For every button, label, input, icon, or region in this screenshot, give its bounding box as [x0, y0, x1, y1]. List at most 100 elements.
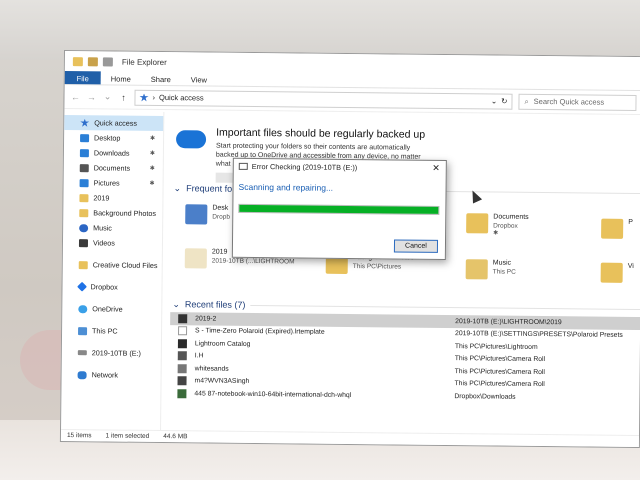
star-icon — [139, 93, 148, 101]
sidebar-item-documents[interactable]: Documents ✱ — [64, 160, 163, 176]
documents-icon — [466, 213, 489, 234]
file-icon — [178, 326, 188, 336]
section-title: Recent files (7) — [184, 299, 246, 310]
pictures-icon — [79, 178, 89, 187]
tile-sub: 2019-10TB (...\LIGHTROOM — [211, 257, 295, 266]
file-name: 445 87-notebook-win10-64bit-internationa… — [194, 390, 352, 399]
sidebar-item-label: Dropbox — [90, 282, 118, 292]
tile-name: Vi — [627, 262, 634, 270]
pictures-icon — [601, 218, 624, 239]
folder-tile[interactable]: Desk Dropb — [185, 204, 231, 225]
tile-sub: Dropbox — [493, 222, 518, 230]
breadcrumb-separator-icon: › — [152, 92, 156, 102]
chevron-down-icon: ⌄ — [173, 182, 182, 193]
back-icon[interactable]: ← — [70, 92, 80, 102]
file-path: This PC\Pictures\Camera Roll — [454, 380, 545, 389]
item-count: 15 items — [66, 432, 92, 440]
file-name: I.H — [194, 352, 204, 360]
sidebar-item-background-photos[interactable]: Background Photos — [63, 205, 162, 221]
search-input[interactable]: ⌕ Search Quick access — [518, 93, 637, 111]
sidebar-item-videos[interactable]: Videos — [63, 235, 162, 251]
sidebar-item-label: Creative Cloud Files — [92, 260, 158, 270]
window-title: File Explorer — [121, 57, 167, 67]
folder-icon — [78, 260, 88, 269]
properties-icon[interactable] — [87, 56, 98, 66]
new-folder-icon[interactable] — [102, 56, 113, 67]
downloads-icon — [79, 148, 89, 157]
tile-name: Music — [492, 259, 512, 267]
sidebar-item-music[interactable]: Music — [63, 220, 162, 236]
navigation-bar: ← → ⌄ ↑ › Quick access ⌄ ↻ ⌕ Search Quic… — [64, 85, 640, 116]
lightroom-catalog-icon — [178, 313, 188, 324]
file-name: Lightroom Catalog — [194, 340, 251, 348]
sidebar-item-this-pc[interactable]: This PC — [62, 323, 161, 339]
tab-file[interactable]: File — [64, 71, 101, 85]
sidebar-item-onedrive[interactable]: OneDrive — [62, 301, 161, 317]
sidebar-item-label: OneDrive — [92, 304, 123, 314]
cancel-button[interactable]: Cancel — [393, 239, 439, 253]
tile-name: Documents — [493, 213, 529, 221]
dialog-message: Scanning and repairing... — [238, 181, 334, 193]
folder-icon — [79, 208, 89, 217]
tab-share[interactable]: Share — [141, 72, 181, 85]
file-path: This PC\Pictures\Lightroom — [454, 342, 538, 351]
sidebar-item-label: This PC — [92, 326, 118, 336]
onedrive-icon — [78, 304, 88, 313]
chevron-down-icon: ⌄ — [172, 298, 180, 309]
network-icon — [77, 370, 87, 379]
search-placeholder: Search Quick access — [533, 96, 605, 107]
divider — [250, 304, 640, 310]
file-name: 2019-2 — [195, 315, 217, 323]
folder-tile[interactable]: Documents Dropbox ✱ — [466, 213, 529, 237]
sidebar-item-desktop[interactable]: Desktop ✱ — [64, 130, 163, 146]
folder-tile[interactable]: Vi — [600, 262, 634, 283]
sidebar-item-pictures[interactable]: Pictures ✱ — [64, 175, 163, 191]
breadcrumb[interactable]: Quick access — [159, 93, 204, 102]
folder-icon — [79, 193, 89, 202]
sidebar-item-network[interactable]: Network — [62, 367, 161, 383]
sidebar-item-dropbox[interactable]: Dropbox — [62, 279, 161, 295]
sidebar-item-label: 2019-10TB (E:) — [91, 348, 142, 358]
sidebar-item-quick-access[interactable]: Quick access — [64, 115, 164, 132]
pin-icon: ✱ — [149, 180, 155, 187]
tile-sub: Dropb — [212, 213, 231, 221]
tab-home[interactable]: Home — [101, 71, 141, 84]
up-icon[interactable]: ↑ — [118, 92, 128, 102]
file-name: whitesands — [194, 365, 229, 373]
folder-icon — [184, 248, 207, 269]
address-dropdown-icon[interactable]: ⌄ — [491, 96, 497, 105]
sidebar-item-creative-cloud[interactable]: Creative Cloud Files — [63, 257, 162, 273]
sidebar-item-label: Network — [91, 370, 119, 380]
selection-count: 1 item selected — [105, 432, 150, 440]
image-thumbnail-icon — [177, 351, 187, 361]
sidebar-item-label: Desktop — [94, 133, 121, 143]
application-icon — [177, 388, 187, 399]
refresh-icon[interactable]: ↻ — [501, 97, 507, 106]
pin-icon: ✱ — [150, 135, 156, 142]
close-icon[interactable]: ✕ — [432, 163, 440, 174]
desktop-folder-icon — [80, 133, 90, 142]
search-icon: ⌕ — [524, 96, 529, 106]
sidebar-item-label: Documents — [93, 163, 131, 173]
image-thumbnail-icon — [177, 363, 187, 374]
folder-tile[interactable]: Music This PC — [465, 259, 516, 280]
drive-check-icon — [238, 162, 248, 170]
music-icon — [465, 259, 488, 280]
tab-view[interactable]: View — [181, 72, 217, 85]
onedrive-cloud-icon — [175, 130, 207, 149]
sidebar-item-downloads[interactable]: Downloads ✱ — [64, 145, 163, 161]
folder-tile[interactable]: P — [601, 218, 633, 239]
sidebar-item-label: Music — [93, 223, 112, 233]
drive-icon — [77, 350, 87, 356]
sidebar-item-2019[interactable]: 2019 — [63, 190, 162, 206]
recent-files-list: 2019-2 2019-10TB (E:)\LIGHTROOM\2019 S - … — [169, 312, 640, 404]
sidebar-item-drive-e[interactable]: 2019-10TB (E:) — [62, 345, 161, 361]
recent-locations-icon[interactable]: ⌄ — [102, 91, 112, 102]
progress-bar — [238, 203, 440, 215]
file-path: This PC\Pictures\Camera Roll — [454, 367, 545, 376]
sidebar-item-label: Background Photos — [93, 208, 157, 218]
star-icon — [80, 119, 89, 127]
pin-icon: ✱ — [149, 150, 155, 157]
address-bar[interactable]: › Quick access ⌄ ↻ — [134, 89, 513, 110]
forward-icon[interactable]: → — [86, 92, 96, 102]
